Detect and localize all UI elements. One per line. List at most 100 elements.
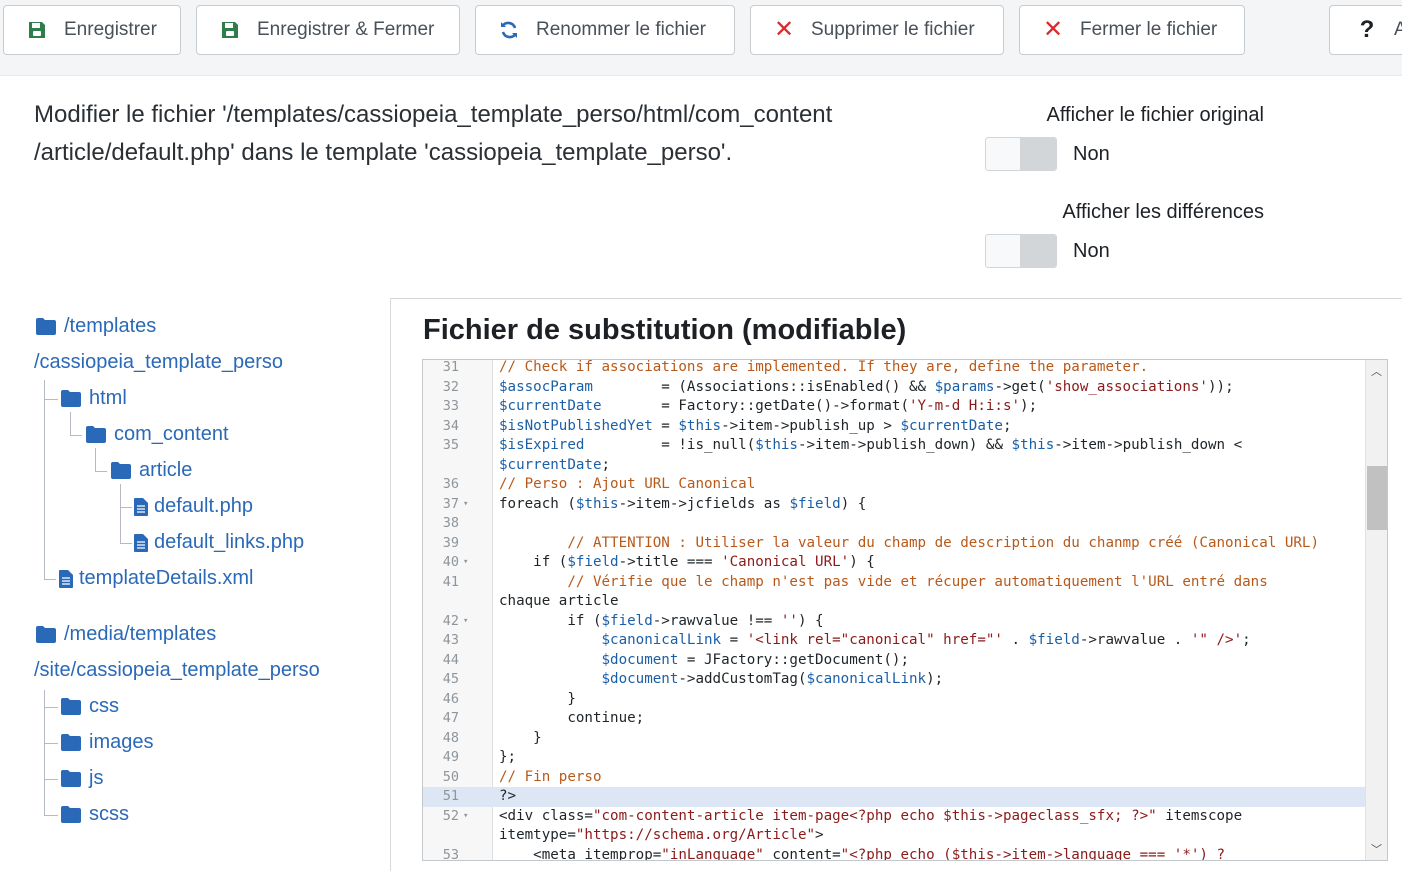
code-line[interactable]: itemtype="https://schema.org/Article"> [423,826,1366,846]
save-and-close-button[interactable]: Enregistrer & Fermer [196,5,460,55]
code-text: $canonicalLink = '<link rel="canonical" … [601,632,1251,648]
code-line[interactable]: 39 // ATTENTION : Utiliser la valeur du … [423,534,1366,554]
tree-folder-com-content[interactable]: com_content [86,423,229,446]
tree-line [44,815,58,816]
code-text: $currentDate = Factory::getDate()->forma… [499,398,1038,414]
tree-file-default-php[interactable]: default.php [134,495,253,518]
editor-scrollbar[interactable]: ︿ ﹀ [1365,360,1387,860]
tree-label: article [139,459,193,481]
code-line[interactable]: 48 } [423,729,1366,749]
code-line[interactable]: chaque article [423,592,1366,612]
code-line[interactable]: 36 // Perso : Ajout URL Canonical [423,475,1366,495]
show-original-label: Afficher le fichier original [1046,104,1264,126]
code-line[interactable]: 40 ▾ if ($field->title === 'Canonical URL… [423,553,1366,573]
tree-label: /cassiopeia_template_perso [34,351,284,373]
code-line[interactable]: 47 continue; [423,709,1366,729]
tree-folder-media-path[interactable]: /site/cassiopeia_template_perso [34,659,320,682]
delete-file-button[interactable]: ✕ Supprimer le fichier [750,5,1004,55]
code-text: if ($field->rawvalue !== '') { [499,612,824,629]
line-number: 47 [442,710,459,726]
folder-icon [61,734,81,751]
code-line[interactable]: 45 $document->addCustomTag($canonicalLin… [423,670,1366,690]
tree-folder-js[interactable]: js [61,767,103,790]
tree-folder-html[interactable]: html [61,387,127,410]
file-icon [134,497,148,516]
show-diff-toggle[interactable] [985,234,1057,268]
fold-caret-icon[interactable]: ▾ [463,612,468,632]
scroll-down-icon[interactable]: ﹀ [1366,841,1387,857]
code-line[interactable]: 49}; [423,748,1366,768]
line-number: 34 [442,417,459,434]
code-line[interactable]: 37 ▾ foreach ($this->item->jcfields as $fi… [423,495,1366,515]
code-line[interactable]: 53 <meta itemprop="inLanguage" content="… [423,846,1366,861]
tree-folder-images[interactable]: images [61,731,153,754]
code-text: // Fin perso [499,768,602,785]
scroll-up-icon[interactable]: ︿ [1366,363,1387,379]
code-line[interactable]: 32 $assocParam = (Associations::isEnabled… [423,378,1366,398]
code-line[interactable]: 44 $document = JFactory::getDocument(); [423,651,1366,671]
tree-folder-scss[interactable]: scss [61,803,129,826]
save-button[interactable]: Enregistrer [3,5,181,55]
close-file-label: Fermer le fichier [1080,19,1218,40]
line-number: 31 [442,359,459,375]
code-text: continue; [499,710,645,726]
save-icon [219,19,241,41]
line-number: 37 [442,495,459,512]
code-line[interactable]: 51 ?> [423,787,1366,807]
code-line[interactable]: 33 $currentDate = Factory::getDate()->for… [423,397,1366,417]
code-line[interactable]: 52 ▾ <div class="com-content-article item-… [423,807,1366,827]
fold-caret-icon[interactable]: ▾ [463,495,468,515]
folder-icon [61,390,81,407]
tree-line [120,543,132,544]
code-line[interactable]: 46 } [423,690,1366,710]
code-text: $isExpired = !is_null($this->item->publi… [499,437,1243,453]
line-number: 35 [442,437,459,453]
save-and-close-label: Enregistrer & Fermer [257,19,435,40]
code-line[interactable]: 41 // Vérifie que le champ n'est pas vid… [423,573,1366,593]
question-icon: ? [1359,16,1375,43]
folder-icon [61,698,81,715]
tree-line [120,484,121,544]
code-line[interactable]: 50 // Fin perso [423,768,1366,788]
folder-icon [111,462,131,479]
tree-label: /site/cassiopeia_template_perso [34,659,320,681]
code-line[interactable]: $currentDate; [423,456,1366,476]
code-text: chaque article [499,593,619,609]
times-icon: ✕ [773,16,795,43]
show-original-toggle[interactable] [985,137,1057,171]
close-file-button[interactable]: ✕ Fermer le fichier [1019,5,1245,55]
tree-folder-templates-path[interactable]: /cassiopeia_template_perso [34,351,283,374]
scroll-thumb[interactable] [1367,466,1387,530]
code-line[interactable]: 42 ▾ if ($field->rawvalue !== '') { [423,612,1366,632]
code-text: <meta itemprop="inLanguage" content="<?p… [499,846,1226,861]
file-icon [134,533,148,552]
tree-file-default-links-php[interactable]: default_links.php [134,531,304,554]
tree-label: scss [89,803,129,825]
tree-label: com_content [114,423,229,445]
fold-caret-icon[interactable]: ▾ [463,553,468,573]
code-line[interactable]: 34 $isNotPublishedYet = $this->item->publ… [423,417,1366,437]
tree-folder-css[interactable]: css [61,695,119,718]
rename-file-button[interactable]: Renommer le fichier [475,5,735,55]
code-line[interactable]: 38 [423,514,1366,534]
tree-folder-media-templates[interactable]: /media/templates [36,623,216,646]
code-line[interactable]: 31 // Check if associations are implement… [423,359,1366,378]
code-text: }; [499,749,517,765]
tree-folder-article[interactable]: article [111,459,192,482]
code-line[interactable]: 35 $isExpired = !is_null($this->item->pub… [423,436,1366,456]
code-editor[interactable]: 31 // Check if associations are implement… [422,359,1388,861]
times-icon: ✕ [1042,16,1064,43]
tree-folder-templates[interactable]: /templates [36,315,156,338]
show-diff-label: Afficher les différences [1062,201,1264,223]
tree-file-template-details[interactable]: templateDetails.xml [59,567,254,590]
line-number: 38 [442,515,459,531]
code-text: foreach ($this->item->jcfields as $field… [499,495,867,512]
code-line[interactable]: 43 $canonicalLink = '<link rel="canonica… [423,631,1366,651]
fold-caret-icon[interactable]: ▾ [463,807,468,827]
line-number: 50 [442,768,459,785]
line-number: 36 [442,476,459,492]
code-text: // Vérifie que le champ n'est pas vide e… [567,573,1268,590]
toggle-knob [1020,138,1056,170]
tree-label: css [89,695,119,717]
help-button[interactable]: ? A [1329,5,1402,55]
